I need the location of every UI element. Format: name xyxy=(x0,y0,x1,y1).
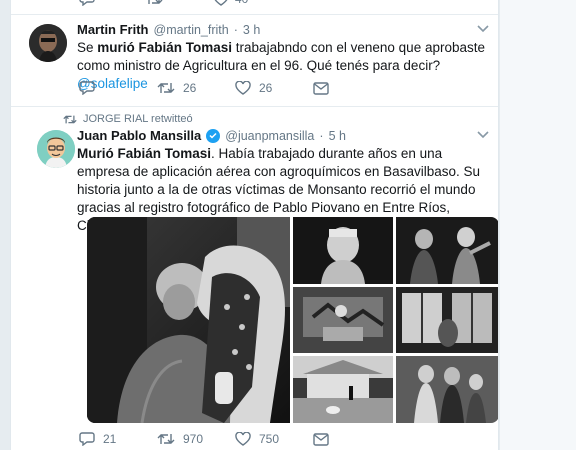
photo-window[interactable] xyxy=(396,287,498,353)
like-button[interactable]: 750 xyxy=(235,432,313,446)
previous-retweet-button[interactable] xyxy=(145,0,169,6)
caret-down-icon[interactable] xyxy=(477,24,489,36)
photo-child[interactable] xyxy=(293,217,393,284)
retweet-count: 970 xyxy=(183,432,204,446)
author-handle[interactable]: @martin_frith xyxy=(154,23,229,37)
message-icon xyxy=(313,81,329,95)
reply-button[interactable] xyxy=(79,81,157,95)
author-handle[interactable]: @juanpmansilla xyxy=(225,129,314,143)
retweet-icon xyxy=(63,115,77,123)
tweet-actions: 26 26 xyxy=(79,81,391,95)
like-count: 750 xyxy=(259,432,280,446)
timestamp[interactable]: 5 h xyxy=(329,129,346,143)
avatar-cartoon xyxy=(37,130,75,168)
like-count: 26 xyxy=(259,81,273,95)
direct-message-button[interactable] xyxy=(313,432,391,446)
like-icon xyxy=(235,432,251,446)
avatar-photo xyxy=(29,24,67,62)
timeline: 40 Martin Frith @martin_frith · 3 h Se m… xyxy=(10,0,499,450)
retweet-count: 26 xyxy=(183,81,197,95)
author-name[interactable]: Martin Frith xyxy=(77,22,149,37)
photo-family[interactable] xyxy=(396,217,498,284)
reply-icon xyxy=(79,0,95,6)
direct-message-button[interactable] xyxy=(313,81,391,95)
avatar[interactable] xyxy=(37,130,75,168)
previous-like-button[interactable]: 40 xyxy=(213,0,248,6)
retweet-icon xyxy=(157,83,175,93)
separator-dot: · xyxy=(319,129,324,143)
reply-count: 21 xyxy=(103,432,117,446)
retweet-button[interactable]: 26 xyxy=(157,81,235,95)
page-background-right xyxy=(500,0,576,450)
photo-market[interactable] xyxy=(293,287,393,353)
reply-icon xyxy=(79,81,95,95)
text-bold: Murió Fabián Tomasi xyxy=(77,146,212,161)
previous-reply-button[interactable] xyxy=(79,0,101,6)
text-pre: Se xyxy=(77,40,98,55)
previous-like-count: 40 xyxy=(235,0,248,6)
previous-tweet-actions: 40 xyxy=(79,0,248,6)
retweet-icon xyxy=(157,434,175,444)
retweet-context-text[interactable]: JORGE RIAL retwitteó xyxy=(83,113,193,125)
separator-dot: · xyxy=(233,23,238,37)
timestamp[interactable]: 3 h xyxy=(243,23,260,37)
reply-icon xyxy=(79,432,95,446)
verified-badge-icon xyxy=(206,128,221,143)
photo-main[interactable] xyxy=(87,217,290,423)
avatar[interactable] xyxy=(29,24,67,62)
like-icon xyxy=(235,81,251,95)
retweet-icon xyxy=(148,0,163,4)
tweet-martin-frith[interactable]: Martin Frith @martin_frith · 3 h Se muri… xyxy=(11,14,498,106)
like-icon xyxy=(214,0,228,6)
caret-down-icon[interactable] xyxy=(477,130,489,142)
text-bold: murió Fabián Tomasi xyxy=(97,40,233,55)
tweet-header: Juan Pablo Mansilla @juanpmansilla · 5 h xyxy=(77,128,346,143)
tweet-header: Martin Frith @martin_frith · 3 h xyxy=(77,22,260,37)
message-icon xyxy=(313,432,329,446)
photo-collage[interactable] xyxy=(87,217,498,423)
photo-house[interactable] xyxy=(293,356,393,423)
reply-button[interactable]: 21 xyxy=(79,432,157,446)
photo-people[interactable] xyxy=(396,356,498,423)
tweet-actions: 21 970 750 xyxy=(79,432,391,446)
retweet-context: JORGE RIAL retwitteó xyxy=(63,113,193,125)
retweet-button[interactable]: 970 xyxy=(157,432,235,446)
author-name[interactable]: Juan Pablo Mansilla xyxy=(77,128,201,143)
like-button[interactable]: 26 xyxy=(235,81,313,95)
